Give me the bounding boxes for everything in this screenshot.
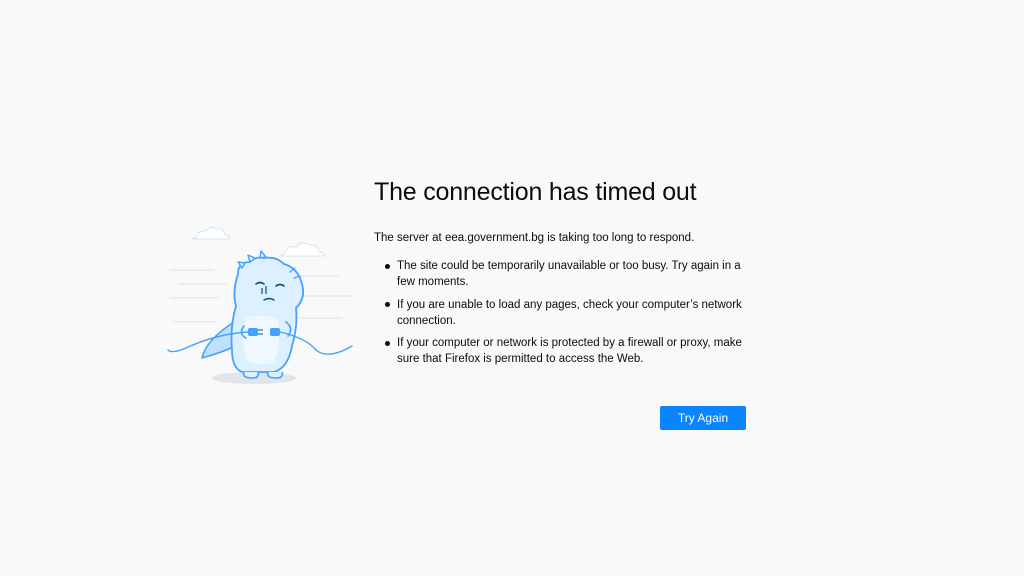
suggestion-list: The site could be temporarily unavailabl… [374,258,754,367]
error-title: The connection has timed out [374,178,697,206]
suggestion-item: The site could be temporarily unavailabl… [374,258,747,290]
suggestion-item: If your computer or network is protected… [374,335,747,367]
bullet-icon [385,340,390,346]
suggestion-text: If your computer or network is protected… [397,337,742,365]
try-again-button[interactable]: Try Again [660,406,746,430]
disconnected-dino-illustration [166,222,356,388]
bullet-icon [385,302,390,307]
suggestion-item: If you are unable to load any pages, che… [374,297,747,329]
error-page: The connection has timed out The server … [0,0,1024,576]
suggestion-text: If you are unable to load any pages, che… [397,298,742,327]
error-intro: The server at eea.government.bg is takin… [374,232,695,244]
bullet-icon [385,263,390,269]
suggestion-text: The site could be temporarily unavailabl… [397,260,741,288]
error-content: The connection has timed out The server … [374,176,754,374]
